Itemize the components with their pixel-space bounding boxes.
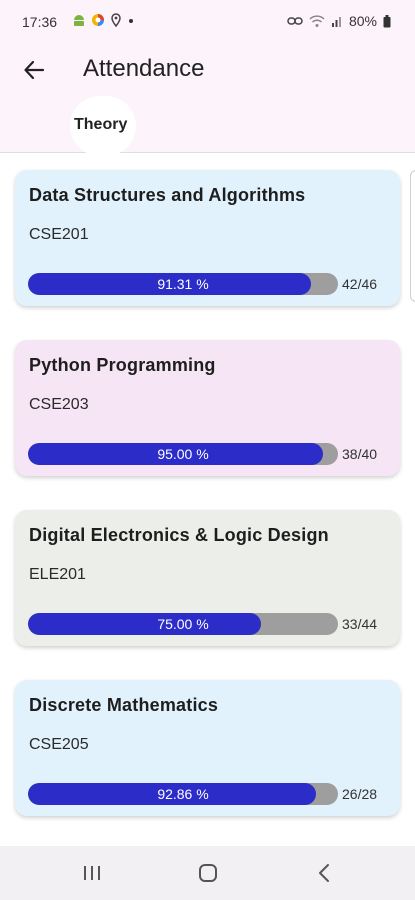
signal-icon [331,17,341,27]
tab-bar: Theory [0,96,415,156]
attendance-percent: 95.00 % [157,446,209,462]
course-name: Data Structures and Algorithms [29,185,306,205]
page-title: Attendance [83,55,205,82]
app-color-icon [92,14,104,26]
course-code: CSE201 [29,226,89,243]
course-name: Discrete Mathematics [29,695,219,715]
status-notification-icons [72,13,135,27]
course-code: ELE201 [29,566,86,583]
course-name: Digital Electronics & Logic Design [29,525,329,545]
course-code: CSE203 [29,396,89,413]
battery-percent: 80% [348,13,377,29]
course-card[interactable]: Data Structures and Algorithms CSE201 91… [15,170,400,306]
dot-icon [129,19,133,23]
battery-icon [383,14,391,27]
attendance-count: 38/40 [342,446,378,462]
back-button[interactable] [18,54,50,86]
android-icon [74,15,84,26]
attendance-count: 26/28 [342,786,378,802]
arrow-back-icon [24,60,45,80]
attendance-progress-bar: 75.00 % [28,613,338,635]
course-name: Python Programming [29,355,216,375]
next-page-edge [410,170,415,302]
attendance-progress-bar: 95.00 % [28,443,338,465]
recent-apps-icon [84,866,100,880]
attendance-progress-bar: 91.31 % [28,273,338,295]
wifi-icon [309,14,325,27]
chevron-left-icon [319,864,329,882]
home-button[interactable] [188,858,228,888]
tab-theory[interactable]: Theory [74,116,127,134]
attendance-count: 33/44 [342,616,378,632]
recent-apps-button[interactable] [72,858,112,888]
system-nav-bar [0,846,415,900]
attendance-count: 42/46 [342,276,378,292]
status-time: 17:36 [22,14,58,30]
app-bar: Attendance [0,44,415,100]
home-icon [199,864,217,882]
nav-back-button[interactable] [304,858,344,888]
course-card[interactable]: Python Programming CSE203 95.00 % 38/40 [15,340,400,476]
status-system-icons: 80% [287,13,391,29]
attendance-percent: 91.31 % [157,276,209,292]
attendance-progress-bar: 92.86 % [28,783,338,805]
attendance-percent: 75.00 % [157,616,209,632]
course-card[interactable]: Discrete Mathematics CSE205 92.86 % 26/2… [15,680,400,816]
link-icon [287,17,303,25]
course-code: CSE205 [29,736,89,753]
location-icon [111,13,121,27]
attendance-percent: 92.86 % [157,786,209,802]
status-bar: 17:36 80% [0,0,415,44]
course-card[interactable]: Digital Electronics & Logic Design ELE20… [15,510,400,646]
